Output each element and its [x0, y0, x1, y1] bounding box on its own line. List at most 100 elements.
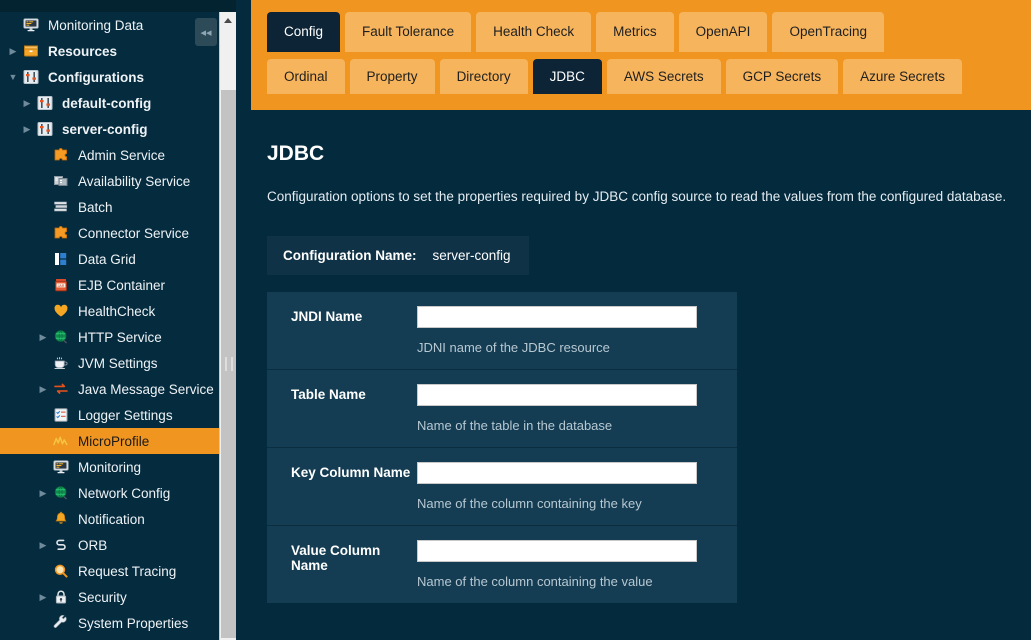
sidebar-item-logger-settings[interactable]: Logger Settings: [0, 402, 236, 428]
sidebar-item-label: Availability Service: [78, 174, 190, 189]
field-label: JNDI Name: [267, 306, 417, 355]
key-column-name-input[interactable]: [417, 462, 697, 484]
tab-gcp-secrets[interactable]: GCP Secrets: [726, 59, 839, 95]
chevron-right-icon[interactable]: ▶: [36, 489, 50, 498]
field-hint: Name of the column containing the value: [417, 574, 717, 589]
sidebar-item-label: Network Config: [78, 486, 170, 501]
sidebar-item-notification[interactable]: Notification: [0, 506, 236, 532]
tab-jdbc[interactable]: JDBC: [533, 59, 602, 95]
sidebar-scrollbar-thumb[interactable]: [221, 90, 236, 638]
tab-fault-tolerance[interactable]: Fault Tolerance: [345, 12, 471, 52]
sidebar-item-healthcheck[interactable]: HealthCheck: [0, 298, 236, 324]
link-icon: [50, 537, 72, 553]
box-icon: [20, 43, 42, 59]
navigation-tree: Monitoring Data▶Resources▼Configurations…: [0, 12, 236, 636]
chevron-right-icon[interactable]: ▶: [20, 125, 34, 134]
sidebar-item-label: Data Grid: [78, 252, 136, 267]
admin-console: Monitoring Data▶Resources▼Configurations…: [0, 0, 1031, 640]
tab-bar: ConfigFault ToleranceHealth CheckMetrics…: [251, 0, 1031, 110]
lock-icon: [50, 589, 72, 605]
configuration-name-value: server-config: [433, 248, 511, 263]
sidebar-item-request-tracing[interactable]: Request Tracing: [0, 558, 236, 584]
sidebar-top-strip: [0, 0, 236, 12]
sidebar-item-monitoring[interactable]: Monitoring: [0, 454, 236, 480]
table-name-input[interactable]: [417, 384, 697, 406]
sidebar-item-http-service[interactable]: ▶ HTTP Service: [0, 324, 236, 350]
tab-config[interactable]: Config: [267, 12, 340, 52]
sidebar-item-batch[interactable]: Batch: [0, 194, 236, 220]
sidebar-item-orb[interactable]: ▶ORB: [0, 532, 236, 558]
tab-aws-secrets[interactable]: AWS Secrets: [607, 59, 721, 95]
field-hint: Name of the column containing the key: [417, 496, 717, 511]
jndi-name-input[interactable]: [417, 306, 697, 328]
configuration-name-box: Configuration Name: server-config: [267, 236, 529, 275]
page-content: JDBC Configuration options to set the pr…: [251, 110, 1031, 640]
chevron-right-icon[interactable]: ▶: [36, 333, 50, 342]
sidebar-item-server-config[interactable]: ▶server-config: [0, 116, 236, 142]
sidebar-item-system-properties[interactable]: System Properties: [0, 610, 236, 636]
primary-tab-row: ConfigFault ToleranceHealth CheckMetrics…: [251, 0, 1031, 52]
sidebar-item-label: Monitoring Data: [48, 18, 143, 33]
puzzle-icon: [50, 225, 72, 241]
value-column-name-input[interactable]: [417, 540, 697, 562]
monitor-icon: [20, 17, 42, 33]
main-content: ConfigFault ToleranceHealth CheckMetrics…: [251, 0, 1031, 640]
sidebar-scrollbar[interactable]: [219, 12, 236, 640]
sidebar-item-label: HTTP Service: [78, 330, 162, 345]
scrollbar-grip-icon: [225, 357, 232, 371]
chevron-right-icon[interactable]: ▶: [36, 541, 50, 550]
sidebar-item-network-config[interactable]: ▶ Network Config: [0, 480, 236, 506]
sidebar-item-security[interactable]: ▶Security: [0, 584, 236, 610]
form-row: Value Column NameName of the column cont…: [267, 526, 737, 603]
svg-text:JAR: JAR: [58, 284, 65, 288]
sidebar-item-java-message-service[interactable]: ▶Java Message Service: [0, 376, 236, 402]
sidebar-item-label: Logger Settings: [78, 408, 173, 423]
sidebar-item-label: System Properties: [78, 616, 188, 631]
sliders-icon: [34, 121, 56, 137]
jdbc-form-panel: JNDI NameJDNI name of the JDBC resourceT…: [267, 292, 737, 603]
sidebar-item-default-config[interactable]: ▶ default-config: [0, 90, 236, 116]
form-row: Table NameName of the table in the datab…: [267, 370, 737, 448]
tab-property[interactable]: Property: [350, 59, 435, 95]
sidebar-gutter: [236, 0, 251, 640]
sidebar-item-label: EJB Container: [78, 278, 165, 293]
collapse-sidebar-button[interactable]: ◂◂: [195, 18, 217, 46]
sidebar-item-label: HealthCheck: [78, 304, 155, 319]
tab-openapi[interactable]: OpenAPI: [679, 12, 768, 52]
sidebar-item-label: Request Tracing: [78, 564, 176, 579]
sidebar-item-microprofile[interactable]: MicroProfile: [0, 428, 236, 454]
sidebar-item-jvm-settings[interactable]: JVM Settings: [0, 350, 236, 376]
field-wrapper: Name of the column containing the key: [417, 462, 737, 511]
bell-icon: [50, 511, 72, 527]
secondary-tab-row: OrdinalPropertyDirectoryJDBCAWS SecretsG…: [251, 52, 1031, 95]
jar-icon: JAR: [50, 277, 72, 293]
page-title: JDBC: [267, 142, 1031, 166]
sidebar-item-label: Connector Service: [78, 226, 189, 241]
sidebar-item-label: Monitoring: [78, 460, 141, 475]
tab-ordinal[interactable]: Ordinal: [267, 59, 345, 95]
sidebar-item-ejb-container[interactable]: JAR EJB Container: [0, 272, 236, 298]
batch-lines-icon: [50, 199, 72, 215]
tab-metrics[interactable]: Metrics: [596, 12, 674, 52]
chevron-down-icon[interactable]: ▼: [6, 73, 20, 82]
tab-azure-secrets[interactable]: Azure Secrets: [843, 59, 962, 95]
wrench-icon: [50, 615, 72, 631]
tab-directory[interactable]: Directory: [440, 59, 528, 95]
chevron-right-icon[interactable]: ▶: [36, 385, 50, 394]
form-row: JNDI NameJDNI name of the JDBC resource: [267, 292, 737, 370]
sidebar-item-admin-service[interactable]: Admin Service: [0, 142, 236, 168]
chevron-right-icon[interactable]: ▶: [36, 593, 50, 602]
sliders-icon: [34, 95, 56, 111]
sidebar-item-configurations[interactable]: ▼Configurations: [0, 64, 236, 90]
tab-opentracing[interactable]: OpenTracing: [772, 12, 884, 52]
chevron-right-icon[interactable]: ▶: [20, 99, 34, 108]
sliders-icon: [20, 69, 42, 85]
sidebar-item-availability-service[interactable]: Availability Service: [0, 168, 236, 194]
scroll-up-arrow-icon[interactable]: [220, 12, 236, 29]
tab-health-check[interactable]: Health Check: [476, 12, 591, 52]
chevron-right-icon[interactable]: ▶: [6, 47, 20, 56]
sidebar-item-data-grid[interactable]: Data Grid: [0, 246, 236, 272]
sidebar-item-label: default-config: [62, 96, 151, 111]
sidebar-item-connector-service[interactable]: Connector Service: [0, 220, 236, 246]
checklist-icon: [50, 407, 72, 423]
